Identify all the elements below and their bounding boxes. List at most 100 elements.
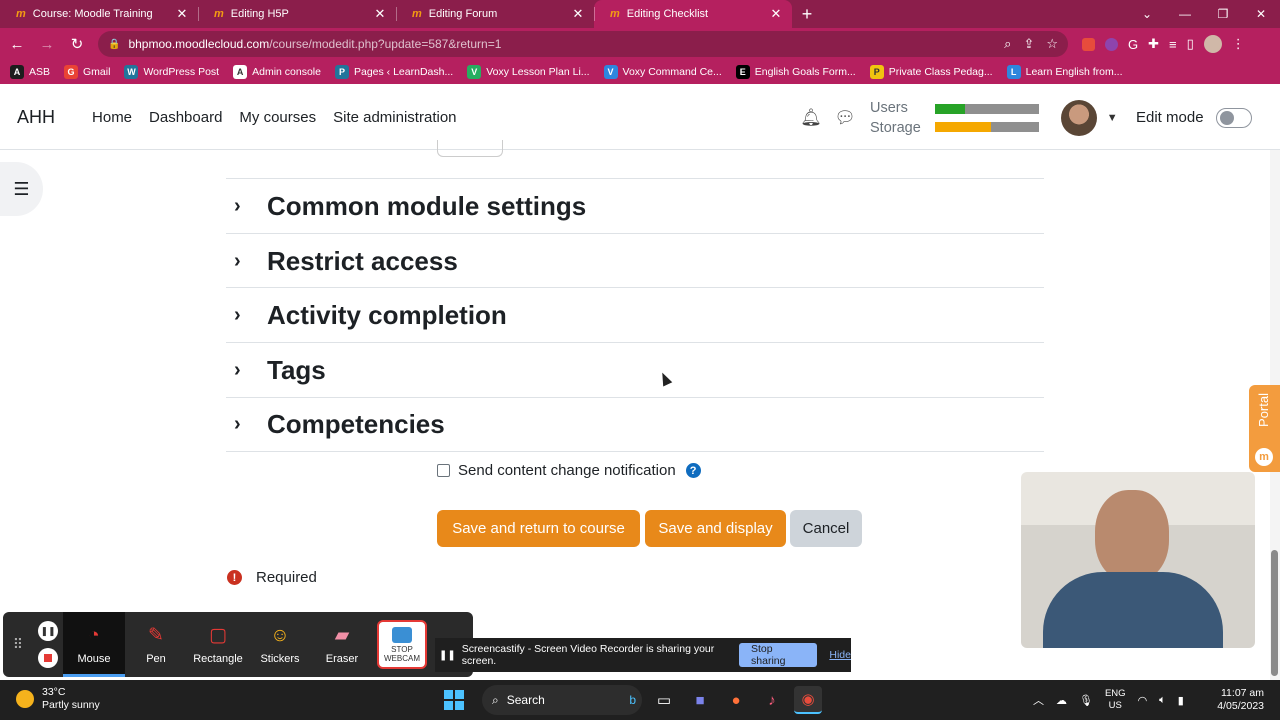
bookmark-item[interactable]: V Voxy Lesson Plan Li...: [467, 65, 590, 79]
drag-handle-icon[interactable]: ⠿: [3, 612, 33, 677]
tray-overflow-chevron-up-icon[interactable]: ︿: [1033, 692, 1044, 708]
wifi-icon[interactable]: ◠: [1138, 694, 1148, 707]
edit-mode-toggle[interactable]: [1215, 107, 1252, 128]
pause-recording-icon[interactable]: ❚❚: [38, 621, 58, 641]
notification-checkbox[interactable]: [437, 464, 450, 477]
chrome-icon[interactable]: ◉: [794, 686, 822, 714]
portal-tab[interactable]: Portal m: [1249, 385, 1280, 472]
stop-webcam-button[interactable]: STOP WEBCAM: [377, 620, 427, 669]
close-tab-icon[interactable]: ✕: [372, 6, 388, 22]
maximize-icon[interactable]: ❐: [1204, 0, 1242, 28]
extension-purple-icon[interactable]: [1105, 37, 1118, 51]
cancel-button[interactable]: Cancel: [790, 510, 862, 547]
messages-icon[interactable]: 💬︎: [828, 108, 862, 128]
help-question-icon[interactable]: ?: [685, 463, 701, 478]
browser-tab[interactable]: m Course: Moodle Training ✕: [0, 0, 198, 28]
nav-site-administration[interactable]: Site administration: [333, 109, 456, 126]
nav-home[interactable]: Home: [92, 109, 132, 126]
language-indicator[interactable]: ENG US: [1105, 688, 1126, 712]
task-view-icon[interactable]: ▭: [650, 686, 678, 714]
new-tab-icon[interactable]: +: [792, 0, 822, 28]
extensions-area: G ✚ ≡ ▯ ⋮: [1082, 35, 1245, 53]
section-competencies[interactable]: › Competencies: [226, 397, 1044, 452]
tab-title: Editing H5P: [230, 8, 289, 20]
tool-mouse[interactable]: ◔ Mouse: [63, 612, 125, 677]
close-tab-icon[interactable]: ✕: [174, 6, 190, 22]
tool-rectangle[interactable]: ▢ Rectangle: [187, 612, 249, 677]
bookmark-item[interactable]: P Private Class Pedag...: [869, 65, 993, 79]
save-and-display-button[interactable]: Save and display: [645, 510, 786, 547]
scrollbar-thumb[interactable]: [1271, 550, 1278, 676]
bookmark-item[interactable]: A Admin console: [233, 65, 321, 79]
bookmark-item[interactable]: W WordPress Post: [124, 65, 219, 79]
notification-bell-icon[interactable]: 🔔︎: [794, 108, 828, 128]
user-menu-chevron-down-icon[interactable]: ▼: [1107, 112, 1118, 124]
bookmark-item[interactable]: E English Goals Form...: [735, 65, 856, 79]
tool-eraser[interactable]: ▰ Eraser: [311, 612, 373, 677]
tool-stickers[interactable]: ☺ Stickers: [249, 612, 311, 677]
profile-avatar-icon[interactable]: [1203, 35, 1222, 53]
address-bar[interactable]: 🔒 bhpmoo.moodlecloud.com/course/modedit.…: [98, 31, 1068, 57]
webcam-overlay[interactable]: [1021, 472, 1255, 648]
close-window-icon[interactable]: ✕: [1242, 0, 1280, 28]
section-restrict-access[interactable]: › Restrict access: [226, 233, 1044, 288]
minimize-icon[interactable]: —: [1166, 0, 1204, 28]
nav-dashboard[interactable]: Dashboard: [149, 109, 222, 126]
bookmark-item[interactable]: V Voxy Command Ce...: [603, 65, 722, 79]
nav-my-courses[interactable]: My courses: [239, 109, 316, 126]
section-title: Competencies: [267, 409, 445, 439]
close-tab-icon[interactable]: ✕: [570, 6, 586, 22]
windows-start-icon[interactable]: [444, 690, 464, 710]
section-common-module-settings[interactable]: › Common module settings: [226, 178, 1044, 233]
tray-app-icon[interactable]: ☁: [1056, 694, 1067, 707]
save-and-return-button[interactable]: Save and return to course: [437, 510, 640, 547]
bookmark-item[interactable]: L Learn English from...: [1006, 65, 1123, 79]
extensions-puzzle-icon[interactable]: ✚: [1148, 36, 1159, 52]
taskbar-clock[interactable]: 11:07 am 4/05/2023: [1212, 687, 1264, 713]
google-icon: A: [233, 65, 248, 79]
side-panel-icon[interactable]: ▯: [1187, 36, 1194, 52]
tool-pen[interactable]: ✎ Pen: [125, 612, 187, 677]
bookmark-item[interactable]: G Gmail: [64, 65, 110, 79]
share-message: Screencastify - Screen Video Recorder is…: [461, 643, 715, 667]
hide-link[interactable]: Hide: [829, 649, 851, 661]
reload-icon[interactable]: ↻: [64, 35, 90, 53]
section-tags[interactable]: › Tags: [226, 342, 1044, 397]
partial-button[interactable]: [437, 140, 503, 157]
microphone-icon[interactable]: 🎙︎: [1079, 694, 1093, 707]
quota-users-fill: [934, 103, 965, 114]
bookmark-star-icon[interactable]: ☆: [1046, 36, 1058, 52]
stop-sharing-button[interactable]: Stop sharing: [739, 643, 818, 667]
browser-tab-active[interactable]: m Editing Checklist ✕: [594, 0, 792, 28]
bookmark-item[interactable]: P Pages ‹ LearnDash...: [334, 65, 453, 79]
stop-recording-icon[interactable]: [38, 648, 58, 668]
weather-widget[interactable]: 33°C Partly sunny: [16, 686, 100, 712]
bookmark-label: ASB: [29, 66, 51, 78]
taskbar-search[interactable]: ⌕ Search b: [482, 685, 642, 715]
moodle-favicon-icon: m: [16, 8, 26, 20]
browser-tab[interactable]: m Editing H5P ✕: [198, 0, 396, 28]
extension-screencastify-icon[interactable]: [1082, 37, 1095, 51]
reading-list-icon[interactable]: ≡: [1169, 37, 1177, 52]
menu-dots-icon[interactable]: ⋮: [1232, 36, 1245, 52]
extension-grammarly-icon[interactable]: G: [1128, 37, 1138, 52]
forward-icon[interactable]: →: [34, 36, 60, 53]
back-icon[interactable]: ←: [4, 36, 30, 53]
volume-icon[interactable]: 🔈︎: [1159, 694, 1166, 707]
section-activity-completion[interactable]: › Activity completion: [226, 287, 1044, 342]
site-brand[interactable]: AHH: [17, 107, 55, 128]
user-avatar[interactable]: [1060, 99, 1097, 136]
browser-tab[interactable]: m Editing Forum ✕: [396, 0, 594, 28]
itunes-icon[interactable]: ♪: [758, 686, 786, 714]
share-icon[interactable]: ⇪: [1023, 36, 1034, 52]
course-index-drawer-icon[interactable]: ☰: [0, 162, 43, 216]
firefox-icon[interactable]: ●: [722, 686, 750, 714]
tab-search-icon[interactable]: ⌄: [1128, 0, 1166, 28]
bookmark-label: Gmail: [83, 66, 111, 78]
zoom-icon[interactable]: ⌕: [1004, 36, 1011, 52]
battery-icon[interactable]: ▮: [1178, 694, 1184, 707]
close-tab-icon[interactable]: ✕: [768, 6, 784, 22]
bookmark-item[interactable]: A ASB: [10, 65, 50, 79]
teams-chat-icon[interactable]: ■: [686, 686, 714, 714]
edit-mode-switch[interactable]: Edit mode: [1136, 85, 1252, 150]
